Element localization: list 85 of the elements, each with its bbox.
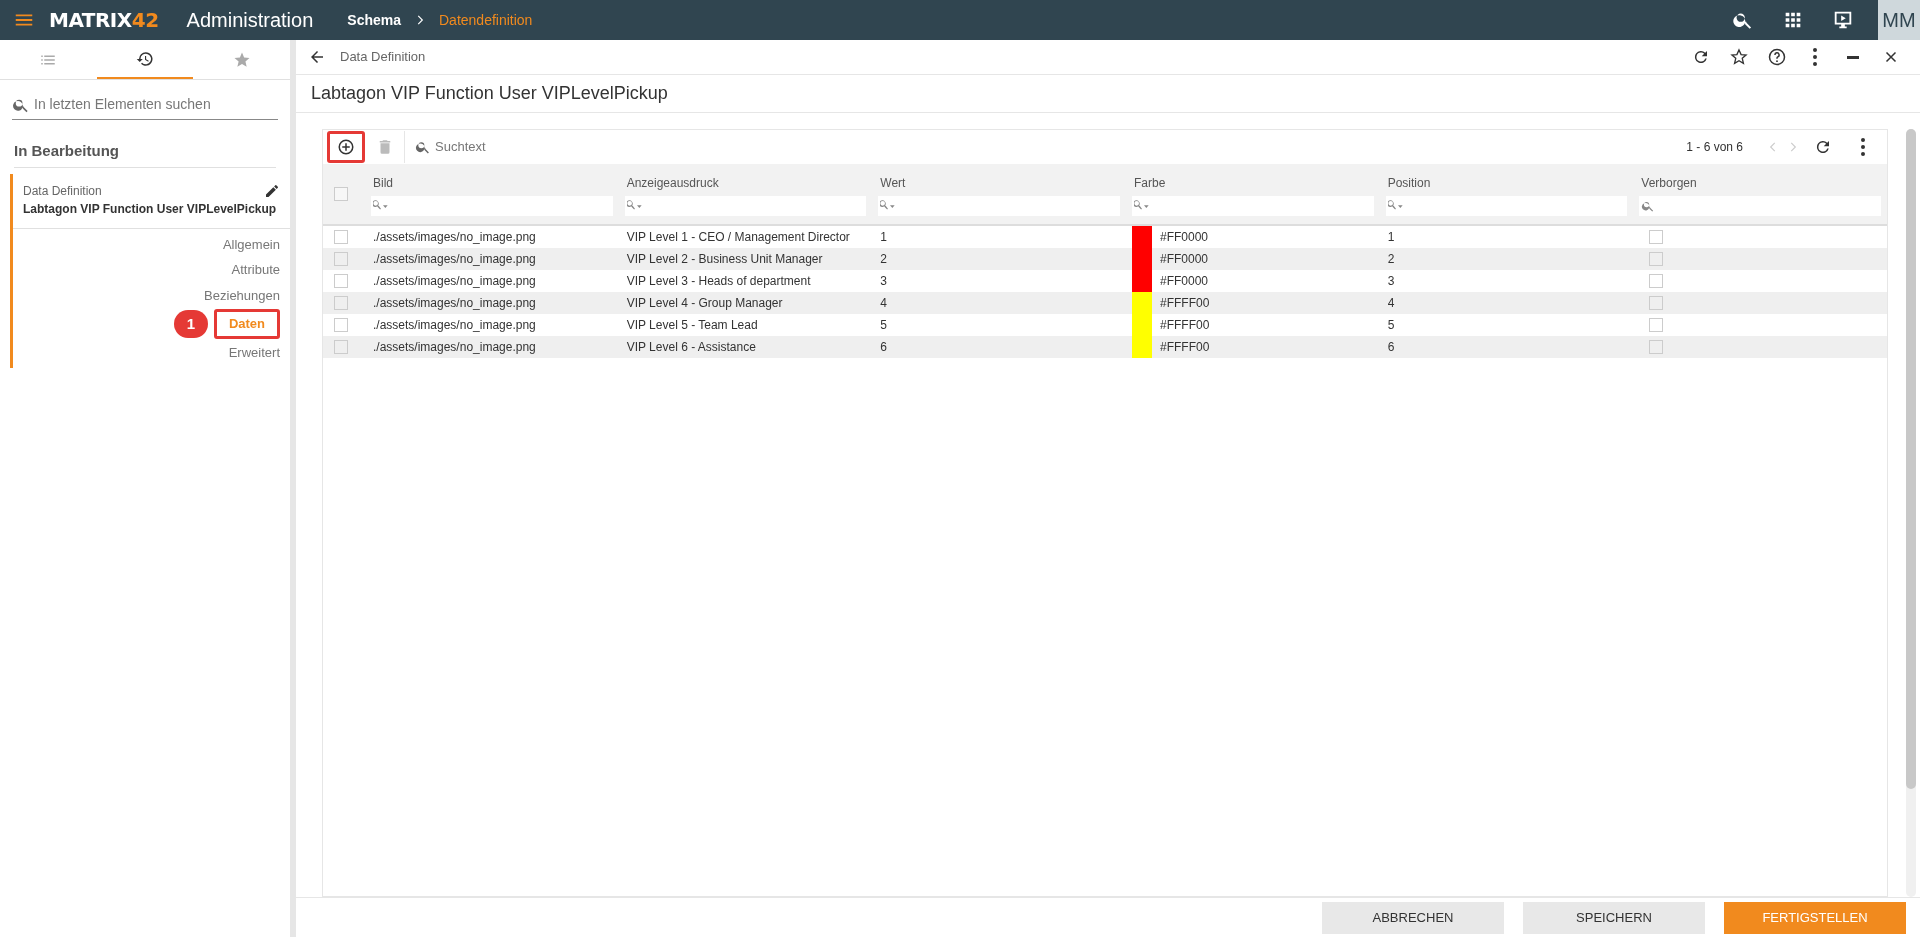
table-cell-text: ./assets/images/no_image.png (372, 229, 537, 246)
more-vert-icon (1861, 138, 1865, 156)
pencil-icon (264, 182, 280, 199)
column-header[interactable]: Verborgen (1639, 174, 1881, 192)
refresh-icon (1692, 48, 1710, 66)
table-cell-text: 1 (1386, 229, 1396, 246)
user-avatar[interactable]: MM (1878, 0, 1920, 40)
table-cell-text: 6 (1386, 339, 1396, 356)
scrollbar[interactable] (1906, 129, 1916, 897)
table-cell-text: ./assets/images/no_image.png (372, 295, 537, 312)
table-cell-text: ./assets/images/no_image.png (372, 317, 537, 334)
column-filter-field[interactable] (371, 196, 613, 216)
column-filter-field[interactable] (1132, 196, 1374, 216)
row-checkbox[interactable] (334, 252, 348, 266)
history-icon (136, 49, 154, 68)
table-cell-text: #FF0000 (1160, 251, 1209, 268)
row-checkbox[interactable] (334, 318, 348, 332)
sidebar-nav-link[interactable]: Erweitert (228, 340, 280, 364)
footer-button[interactable]: SPEICHERN (1523, 901, 1705, 934)
star-icon (1729, 47, 1749, 67)
table-cell-text: ./assets/images/no_image.png (372, 251, 537, 268)
search-field[interactable]: Suchtext (435, 137, 715, 157)
column-filter-field[interactable] (1385, 196, 1628, 216)
row-checkbox[interactable] (334, 230, 348, 244)
row-checkbox[interactable] (334, 340, 348, 354)
search-icon (1641, 199, 1656, 213)
minimize-icon (1847, 55, 1859, 59)
table-cell-text: ./assets/images/no_image.png (372, 273, 537, 290)
search-icon (415, 139, 431, 155)
sidebar-nav-link[interactable]: Beziehungen (204, 283, 280, 307)
column-filter-field[interactable] (624, 196, 867, 216)
table-cell-text: 5 (1386, 317, 1396, 334)
footer-button[interactable]: ABBRECHEN (1322, 901, 1504, 934)
breadcrumb-link[interactable]: Schema (347, 9, 401, 31)
column-header[interactable]: Bild (371, 174, 613, 192)
column-filter-field[interactable] (1639, 196, 1881, 216)
table-cell-text: 5 (879, 317, 888, 334)
panel-breadcrumb: Data Definition (340, 48, 426, 67)
table-cell-text: ./assets/images/no_image.png (372, 339, 537, 356)
table-cell-text: #FF0000 (1160, 229, 1209, 246)
table-cell-text: VIP Level 2 - Business Unit Manager (625, 251, 824, 268)
table-cell-text: VIP Level 4 - Group Manager (625, 295, 784, 312)
video-icon (1832, 9, 1854, 31)
column-header[interactable]: Position (1385, 174, 1628, 192)
table-cell-text: VIP Level 5 - Team Lead (625, 317, 759, 334)
item-name: Labtagon VIP Function User VIPLevelPickup (23, 200, 278, 218)
table-cell-text: 4 (879, 295, 888, 312)
table-cell-text: 2 (879, 251, 888, 268)
table-cell-text: #FFFF00 (1160, 295, 1210, 312)
paging-info: 1 - 6 von 6 (1686, 139, 1743, 156)
table-cell-text: VIP Level 3 - Heads of department (625, 273, 812, 290)
add-circle-icon (337, 138, 355, 156)
table-cell-text: VIP Level 6 - Assistance (625, 339, 757, 356)
table-cell-text: 1 (879, 229, 888, 246)
table-cell-text: 3 (879, 273, 888, 290)
add-button[interactable] (327, 131, 365, 163)
table-cell-text: 2 (1386, 251, 1396, 268)
table-cell-text: 4 (1386, 295, 1396, 312)
column-header[interactable]: Farbe (1132, 174, 1374, 192)
breadcrumb-link[interactable]: Datendefinition (439, 9, 533, 31)
row-checkbox[interactable] (334, 274, 348, 288)
column-header[interactable]: Anzeigeausdruck (624, 174, 867, 192)
item-type: Data Definition (23, 182, 102, 200)
section-title: In Bearbeitung (14, 140, 276, 168)
table-cell-text: #FFFF00 (1160, 339, 1210, 356)
sidebar-nav-link[interactable]: Attribute (231, 258, 280, 282)
help-icon (1767, 47, 1787, 67)
edit-button[interactable] (264, 182, 280, 199)
select-all-checkbox[interactable] (334, 187, 348, 201)
table-cell-text: VIP Level 1 - CEO / Management Director (625, 229, 851, 246)
table-cell-text: 3 (1386, 273, 1396, 290)
more-vert-icon (1813, 48, 1817, 66)
sidebar-nav-link[interactable]: Allgemein (222, 232, 280, 256)
row-checkbox[interactable] (334, 296, 348, 310)
search-field[interactable]: In letzten Elementen suchen (34, 94, 278, 115)
refresh-icon (1814, 138, 1832, 156)
app-title: Administration (186, 8, 314, 33)
column-filter-field[interactable] (878, 196, 1120, 216)
step-badge: 1 (173, 309, 208, 338)
table-cell-text: #FFFF00 (1160, 317, 1210, 334)
logo: MATRIX42 (49, 7, 159, 34)
panel-title: Labtagon VIP Function User VIPLevelPickup (296, 75, 1920, 113)
table-cell-text: 6 (879, 339, 888, 356)
column-header[interactable]: Wert (878, 174, 1120, 192)
table-cell-text: #FF0000 (1160, 273, 1209, 290)
